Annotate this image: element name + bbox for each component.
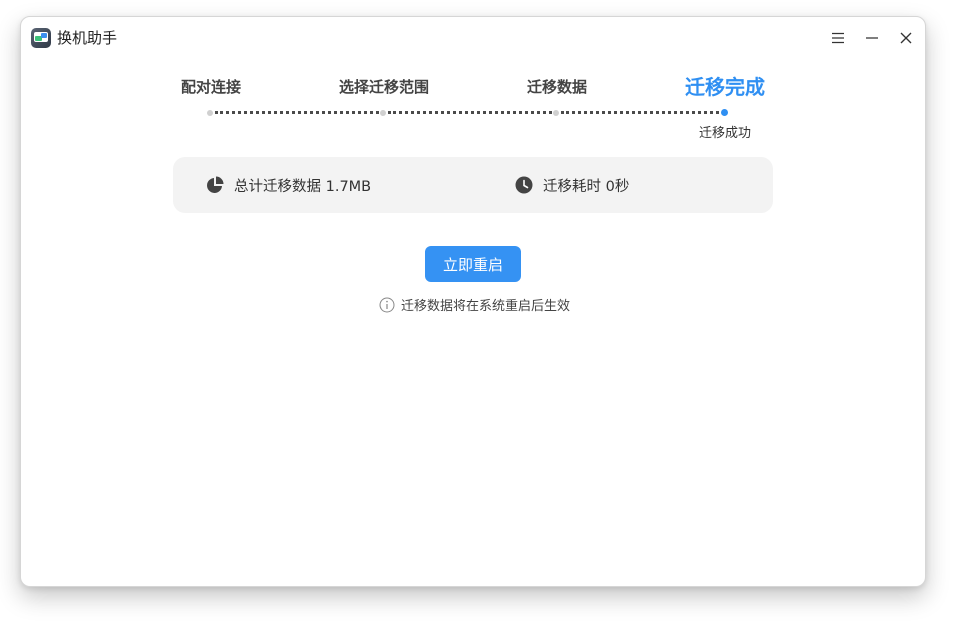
step-status-text: 迁移成功	[699, 126, 752, 141]
menu-icon	[832, 32, 844, 44]
menu-button[interactable]	[827, 27, 849, 49]
step-migrate-data-label: 迁移数据	[527, 78, 588, 96]
elapsed-time-text: 迁移耗时 0秒	[543, 178, 630, 195]
step-pairing-dot	[207, 110, 213, 116]
total-data-text: 总计迁移数据 1.7MB	[234, 178, 372, 195]
close-button[interactable]	[895, 27, 917, 49]
app-title: 换机助手	[57, 29, 118, 47]
title-bar: 换机助手	[21, 17, 925, 59]
app-logo-icon	[31, 28, 51, 48]
pie-chart-icon	[206, 176, 224, 194]
restart-hint-text: 迁移数据将在系统重启后生效	[401, 299, 571, 314]
minimize-button[interactable]	[861, 27, 883, 49]
step-connector	[561, 111, 719, 114]
step-select-scope-dot	[380, 110, 386, 116]
step-connector	[215, 111, 379, 114]
close-icon	[900, 32, 912, 44]
restart-now-button[interactable]: 立即重启	[425, 246, 521, 282]
restart-hint: 迁移数据将在系统重启后生效	[379, 295, 570, 314]
minimize-icon	[866, 37, 878, 39]
elapsed-time-item: 迁移耗时 0秒	[515, 157, 629, 213]
step-complete-dot	[721, 109, 728, 116]
step-select-scope-label: 选择迁移范围	[339, 78, 430, 96]
step-pairing-label: 配对连接	[181, 78, 242, 96]
step-connector	[388, 111, 552, 114]
step-complete-label: 迁移完成	[685, 75, 765, 99]
total-data-item: 总计迁移数据 1.7MB	[206, 157, 371, 213]
clock-icon	[515, 176, 533, 194]
info-icon	[379, 297, 395, 313]
step-migrate-data-dot	[553, 110, 559, 116]
app-window: 换机助手 配对连接 选择迁移范围 迁移数据 迁移完成 迁移成功 总计迁移数据 1…	[20, 16, 926, 587]
migration-summary-card: 总计迁移数据 1.7MB 迁移耗时 0秒	[173, 157, 773, 213]
